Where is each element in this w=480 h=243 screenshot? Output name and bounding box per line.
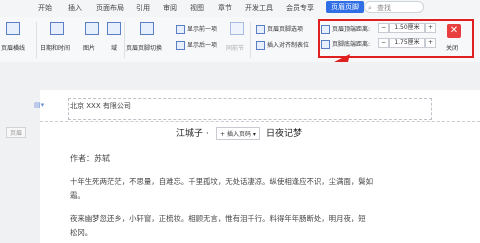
poem-line-4: 松冈。	[70, 228, 93, 237]
poem-line-1: 十年生死两茫茫，不思量，自难忘。千里孤坟，无处话凄凉。纵使相逢应不识，尘满面，鬓…	[70, 177, 374, 186]
paragraph-icon[interactable]: ▤▾	[34, 101, 44, 109]
header-text[interactable]: 北京 XXX 有限公司	[70, 101, 131, 111]
header-divider	[40, 121, 480, 123]
title-right: 日夜记梦	[266, 129, 303, 139]
dropdown-icon: ▾	[250, 131, 256, 138]
title-left: 江城子 ·	[176, 129, 209, 139]
poem-line-3: 夜来幽梦忽还乡，小轩窗，正梳妆。相顾无言，惟有泪千行。料得年年肠断处，明月夜，短	[70, 214, 366, 223]
plus-icon: +	[220, 131, 227, 138]
poem-line-2: 霜。	[70, 191, 85, 200]
header-tag: 页眉	[6, 127, 27, 138]
author-line: 作者：苏轼	[70, 154, 110, 163]
insert-page-number-button[interactable]: + 插入页码 ▾	[216, 127, 260, 140]
